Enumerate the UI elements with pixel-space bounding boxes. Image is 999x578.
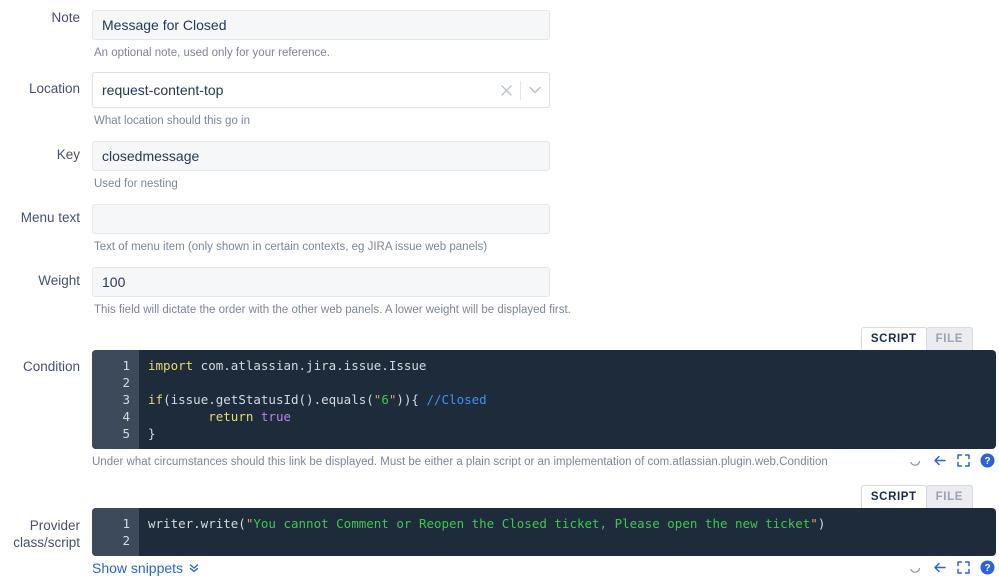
code-line: writer.write( "You cannot Comment or Reop…	[148, 515, 996, 532]
loading-spinner-icon	[908, 453, 923, 468]
code-line: import com.atlassian.jira.issue.Issue	[148, 357, 996, 374]
code-token: writer.write(	[148, 516, 246, 531]
undo-arrow-icon[interactable]	[932, 453, 947, 468]
code-token: (issue.getStatusId().equals(	[163, 392, 374, 407]
menu-text-help: Text of menu item (only shown in certain…	[94, 241, 488, 253]
menu-text-input[interactable]	[92, 204, 550, 234]
code-token: "	[810, 516, 818, 531]
code-token: )	[817, 516, 826, 531]
code-token: if	[148, 392, 164, 407]
provider-editor-footer: Show snippets ?	[92, 556, 999, 578]
line-number: 5	[122, 426, 130, 441]
code-line: }	[148, 425, 996, 442]
note-help: An optional note, used only for your ref…	[94, 47, 330, 59]
code-token: You cannot Comment or Reopen the Closed …	[253, 516, 811, 531]
show-snippets-label: Show snippets	[92, 560, 184, 576]
condition-line-numbers: 1 2 3 4 5	[92, 350, 139, 449]
condition-code-editor[interactable]: 1 2 3 4 5 import com.atlassian.jira.issue.Is…	[92, 350, 996, 449]
weight-label: Weight	[38, 273, 80, 288]
code-line: if(issue.getStatusId().equals("6")){ //C…	[148, 391, 996, 408]
key-help: Used for nesting	[94, 178, 178, 190]
line-number: 2	[122, 375, 130, 390]
note-label: Note	[51, 10, 80, 25]
tab-condition-script[interactable]: SCRIPT	[860, 327, 927, 350]
field-weight: Weight This field will dictate the order…	[0, 254, 999, 317]
code-token: //Closed	[426, 392, 487, 407]
condition-footer-icons: ?	[908, 453, 999, 468]
svg-text:?: ?	[984, 563, 990, 574]
provider-label: Provider class/script	[13, 518, 80, 550]
location-label: Location	[28, 81, 80, 96]
fullscreen-icon[interactable]	[956, 560, 971, 575]
help-icon[interactable]: ?	[980, 560, 995, 575]
provider-line-numbers: 12	[92, 508, 139, 556]
weight-input[interactable]	[92, 267, 550, 297]
line-number: 1	[122, 516, 130, 531]
condition-help: Under what circumstances should this lin…	[92, 456, 828, 468]
field-note: Note An optional note, used only for you…	[0, 0, 999, 60]
location-selected-value: request-content-top	[102, 82, 224, 98]
tab-condition-file[interactable]: FILE	[925, 327, 973, 350]
code-token: com.atlassian.jira.issue.Issue	[193, 358, 427, 373]
field-menu-text: Menu text Text of menu item (only shown …	[0, 191, 999, 254]
field-condition: Condition SCRIPT FILE 1 2 3 4 5 import com.a…	[0, 317, 999, 471]
provider-tabs: SCRIPT FILE	[92, 485, 999, 508]
location-help: What location should this go in	[94, 115, 250, 127]
condition-code-content[interactable]: import com.atlassian.jira.issue.Issue if…	[139, 350, 996, 449]
fullscreen-icon[interactable]	[956, 453, 971, 468]
condition-label: Condition	[22, 359, 80, 374]
svg-text:?: ?	[984, 456, 990, 467]
field-provider: Provider class/script SCRIPT FILE 12 wri…	[0, 471, 999, 578]
code-token: return	[208, 409, 254, 424]
line-number: 4	[122, 409, 130, 424]
menu-text-label: Menu text	[20, 210, 80, 225]
weight-help: This field will dictate the order with t…	[94, 304, 571, 316]
condition-editor-footer: Under what circumstances should this lin…	[92, 449, 999, 471]
tab-provider-script[interactable]: SCRIPT	[860, 485, 927, 508]
help-icon[interactable]: ?	[980, 453, 995, 468]
field-key: Key Used for nesting	[0, 128, 999, 191]
code-line: return true	[148, 408, 996, 425]
note-input[interactable]	[92, 10, 550, 40]
field-location: Location request-content-top What locati…	[0, 60, 999, 128]
undo-arrow-icon[interactable]	[932, 560, 947, 575]
web-panel-form: Note An optional note, used only for you…	[0, 0, 999, 578]
loading-spinner-icon	[908, 560, 923, 575]
provider-footer-icons: ?	[908, 560, 999, 575]
code-token: }	[148, 426, 156, 441]
line-number: 3	[122, 392, 130, 407]
close-icon[interactable]	[492, 84, 520, 96]
code-token: 6	[381, 392, 389, 407]
code-token: import	[148, 358, 194, 373]
code-token: )){	[396, 392, 427, 407]
location-select[interactable]: request-content-top	[92, 72, 550, 108]
chevron-down-icon[interactable]	[521, 86, 549, 94]
key-input[interactable]	[92, 141, 550, 171]
provider-code-content[interactable]: writer.write( "You cannot Comment or Reop…	[139, 508, 996, 556]
line-number: 1	[122, 358, 130, 373]
code-token: true	[260, 409, 292, 424]
key-label: Key	[56, 147, 80, 162]
double-chevron-down-icon	[188, 562, 200, 574]
line-number: 2	[122, 533, 130, 548]
tab-provider-file[interactable]: FILE	[925, 485, 973, 508]
condition-tabs: SCRIPT FILE	[92, 327, 999, 350]
provider-code-editor[interactable]: 12 writer.write("You cannot Comment or R…	[92, 508, 996, 556]
show-snippets-link[interactable]: Show snippets	[92, 561, 200, 575]
